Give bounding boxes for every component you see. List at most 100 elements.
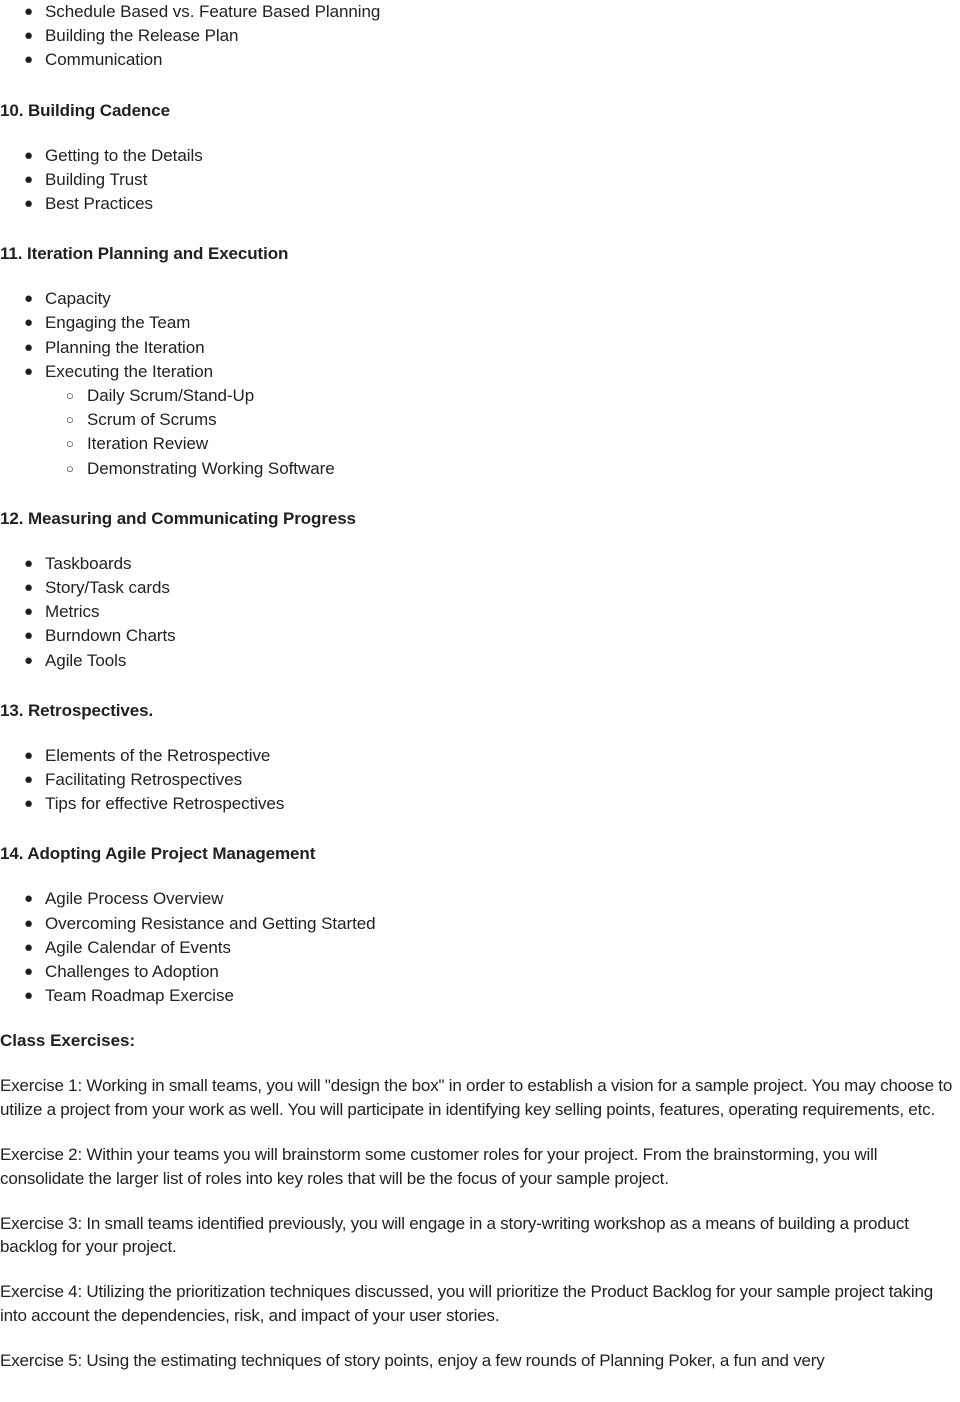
bullet-filled-circle-icon: ● [24, 362, 34, 380]
bullet-filled-circle-icon: ● [24, 554, 34, 572]
section-heading-11: 11. Iteration Planning and Execution [0, 244, 289, 264]
section-heading-12: 12. Measuring and Communicating Progress [0, 508, 356, 528]
exercise-paragraph-4: Exercise 4: Utilizing the prioritization… [0, 1282, 934, 1326]
list-item: ● Building the Release Plan [0, 24, 960, 48]
list-item-label: Metrics [45, 602, 100, 622]
bullet-filled-circle-icon: ● [24, 771, 34, 789]
list-item-label: Burndown Charts [45, 626, 176, 646]
list-item-label: Team Roadmap Exercise [45, 986, 234, 1006]
list-item-label: Story/Task cards [45, 578, 170, 598]
list-item: ● Facilitating Retrospectives [0, 768, 960, 792]
bullet-hollow-circle-icon: ○ [66, 388, 74, 404]
list-item-label: Overcoming Resistance and Getting Starte… [45, 913, 376, 933]
bullet-hollow-circle-icon: ○ [66, 460, 74, 476]
list-item: ● Executing the Iteration [0, 360, 960, 384]
exercise-paragraph-2: Exercise 2: Within your teams you will b… [0, 1145, 878, 1188]
list-item: ● Agile Tools [0, 649, 960, 673]
list-item-label: Tips for effective Retrospectives [45, 794, 285, 814]
exercise-paragraph-1: Exercise 1: Working in small teams, you … [0, 1076, 953, 1120]
list-item: ● Team Roadmap Exercise [0, 984, 960, 1008]
list-item: ● Getting to the Details [0, 144, 960, 168]
list-item: ● Building Trust [0, 168, 960, 192]
list-item-label: Facilitating Retrospectives [45, 770, 243, 790]
exercise-paragraph-5: Exercise 5: Using the estimating techniq… [0, 1350, 825, 1370]
list-item: ● Elements of the Retrospective [0, 744, 960, 768]
bullet-hollow-circle-icon: ○ [66, 412, 74, 428]
list-item-label: Schedule Based vs. Feature Based Plannin… [45, 2, 381, 21]
section-sublist-11: ○ Daily Scrum/Stand-Up ○ Scrum of Scrums ○… [0, 384, 960, 481]
section-list-14: ● Agile Process Overview ● Overcoming Resi… [0, 887, 960, 1008]
bullet-filled-circle-icon: ● [24, 890, 34, 908]
list-item-label: Challenges to Adoption [45, 962, 219, 982]
list-item: ● Overcoming Resistance and Getting Start… [0, 912, 960, 936]
bullet-filled-circle-icon: ● [24, 170, 34, 188]
list-item-label: Communication [45, 50, 163, 70]
bullet-filled-circle-icon: ● [24, 746, 34, 764]
list-item: ● Engaging the Team [0, 311, 960, 335]
list-item: ● Burndown Charts [0, 624, 960, 648]
section-heading-14: 14. Adopting Agile Project Management [0, 844, 316, 864]
bullet-filled-circle-icon: ● [24, 51, 34, 69]
list-item-label: Agile Process Overview [45, 889, 224, 909]
sub-list-item-label: Demonstrating Working Software [87, 458, 335, 478]
list-item: ● Capacity [0, 287, 960, 311]
bullet-filled-circle-icon: ● [24, 314, 34, 332]
bullet-filled-circle-icon: ● [24, 27, 34, 45]
list-item: ● Tips for effective Retrospectives [0, 792, 960, 816]
sub-list-item: ○ Demonstrating Working Software [0, 457, 960, 481]
bullet-filled-circle-icon: ● [24, 195, 34, 213]
list-item: ● Challenges to Adoption [0, 960, 960, 984]
list-item: ● Communication [0, 48, 960, 72]
section-list-13: ● Elements of the Retrospective ● Facilita… [0, 744, 960, 817]
list-item: ● Agile Calendar of Events [0, 936, 960, 960]
bullet-filled-circle-icon: ● [24, 579, 34, 597]
section-list-12: ● Taskboards ● Story/Task cards ● Metrics ●… [0, 552, 960, 673]
list-item-label: Agile Tools [45, 650, 127, 670]
list-item-label: Planning the Iteration [45, 337, 205, 357]
bullet-hollow-circle-icon: ○ [66, 436, 74, 452]
class-exercises-heading: Class Exercises: [0, 1031, 136, 1051]
exercise-paragraph-3: Exercise 3: In small teams identified pr… [0, 1213, 909, 1257]
bullet-filled-circle-icon: ● [24, 963, 34, 981]
list-item-label: Elements of the Retrospective [45, 745, 271, 765]
list-item-label: Executing the Iteration [45, 361, 214, 381]
list-item: ● Best Practices [0, 192, 960, 216]
list-item-label: Capacity [45, 289, 111, 309]
sub-list-item-label: Daily Scrum/Stand-Up [87, 386, 255, 406]
section-heading-13: 13. Retrospectives. [0, 700, 154, 720]
list-item: ● Agile Process Overview [0, 887, 960, 911]
bullet-filled-circle-icon: ● [24, 914, 34, 932]
list-item: ● Story/Task cards [0, 576, 960, 600]
sub-list-item-label: Scrum of Scrums [87, 410, 217, 430]
bullet-filled-circle-icon: ● [24, 795, 34, 813]
section-heading-10: 10. Building Cadence [0, 100, 170, 120]
list-item: ● Metrics [0, 600, 960, 624]
section-list-11: ● Capacity ● Engaging the Team ● Planning t… [0, 287, 960, 384]
bullet-filled-circle-icon: ● [24, 290, 34, 308]
list-item-label: Best Practices [45, 194, 153, 214]
bullet-filled-circle-icon: ● [24, 146, 34, 164]
bullet-filled-circle-icon: ● [24, 987, 34, 1005]
list-item: ● Planning the Iteration [0, 336, 960, 360]
sub-list-item-label: Iteration Review [87, 434, 209, 454]
list-item: ● Taskboards [0, 552, 960, 576]
list-item-label: Agile Calendar of Events [45, 937, 231, 957]
bullet-filled-circle-icon: ● [24, 338, 34, 356]
top-continuation-list: ● Schedule Based vs. Feature Based Planni… [0, 0, 960, 73]
list-item-label: Engaging the Team [45, 313, 191, 333]
sub-list-item: ○ Daily Scrum/Stand-Up [0, 384, 960, 408]
list-item-label: Building Trust [45, 169, 148, 189]
list-item: ● Schedule Based vs. Feature Based Planni… [0, 0, 960, 24]
list-item-label: Building the Release Plan [45, 26, 239, 46]
bullet-filled-circle-icon: ● [24, 3, 34, 20]
list-item-label: Getting to the Details [45, 145, 203, 165]
bullet-filled-circle-icon: ● [24, 651, 34, 669]
bullet-filled-circle-icon: ● [24, 627, 34, 645]
section-list-10: ● Getting to the Details ● Building Trust … [0, 144, 960, 217]
bullet-filled-circle-icon: ● [24, 938, 34, 956]
sub-list-item: ○ Iteration Review [0, 432, 960, 456]
sub-list-item: ○ Scrum of Scrums [0, 408, 960, 432]
document-page: ● Schedule Based vs. Feature Based Planni… [0, 0, 960, 1402]
bullet-filled-circle-icon: ● [24, 603, 34, 621]
list-item-label: Taskboards [45, 553, 132, 573]
